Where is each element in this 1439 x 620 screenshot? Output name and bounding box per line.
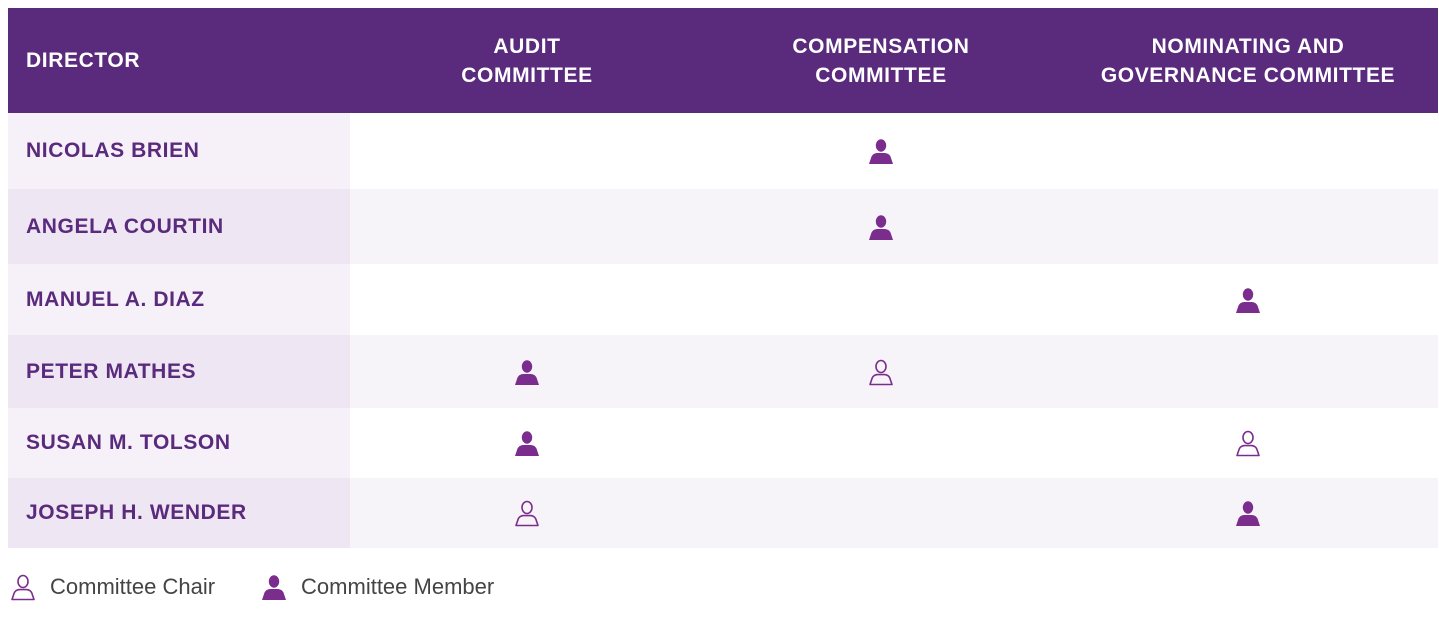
audit-cell [350,189,704,264]
audit-cell [350,264,704,335]
person-outline-icon [866,357,896,387]
table-row: ANGELA COURTIN [8,189,1438,264]
person-filled-icon [866,212,896,242]
table-row: JOSEPH H. WENDER [8,478,1438,548]
compensation-cell [704,335,1058,408]
table-row: SUSAN M. TOLSON [8,408,1438,478]
table-header: DIRECTOR AUDIT COMMITTEE COMPENSATION CO… [8,8,1438,113]
person-filled-icon [512,357,542,387]
audit-cell [350,408,704,478]
legend-chair-label: Committee Chair [50,574,216,599]
table-row: MANUEL A. DIAZ [8,264,1438,335]
legend-member: Committee Member [259,572,494,602]
compensation-cell [704,478,1058,548]
compensation-cell [704,408,1058,478]
audit-cell [350,478,704,548]
director-name: MANUEL A. DIAZ [8,264,350,335]
director-name: ANGELA COURTIN [8,189,350,264]
director-name: SUSAN M. TOLSON [8,408,350,478]
person-outline-icon [1233,428,1263,458]
director-name: JOSEPH H. WENDER [8,478,350,548]
person-filled-icon [1233,498,1263,528]
audit-cell [350,113,704,189]
director-name: NICOLAS BRIEN [8,113,350,189]
nominating-cell [1058,478,1438,548]
nominating-cell [1058,113,1438,189]
header-compensation-committee: COMPENSATION COMMITTEE [792,34,970,87]
table-body: NICOLAS BRIEN ANGELA COURTIN MANUEL A. DIA… [8,113,1438,548]
nominating-cell [1058,264,1438,335]
director-name: PETER MATHES [8,335,350,408]
nominating-cell [1058,335,1438,408]
header-director: DIRECTOR [26,48,141,72]
person-filled-icon [1233,285,1263,315]
legend-chair: Committee Chair [8,572,215,602]
nominating-cell [1058,408,1438,478]
compensation-cell [704,113,1058,189]
table-row: NICOLAS BRIEN [8,113,1438,189]
person-filled-icon [259,572,301,602]
person-outline-icon [8,572,50,602]
table-row: PETER MATHES [8,335,1438,408]
legend-member-label: Committee Member [301,574,495,599]
audit-cell [350,335,704,408]
person-filled-icon [512,428,542,458]
person-outline-icon [512,498,542,528]
compensation-cell [704,264,1058,335]
compensation-cell [704,189,1058,264]
header-nominating-governance-committee: NOMINATING AND GOVERNANCE COMMITTEE [1100,34,1396,87]
committee-table: DIRECTOR AUDIT COMMITTEE COMPENSATION CO… [8,8,1438,548]
person-filled-icon [866,136,896,166]
nominating-cell [1058,189,1438,264]
legend: Committee Chair Committee Member [8,572,494,602]
header-audit-committee: AUDIT COMMITTEE [461,34,593,87]
